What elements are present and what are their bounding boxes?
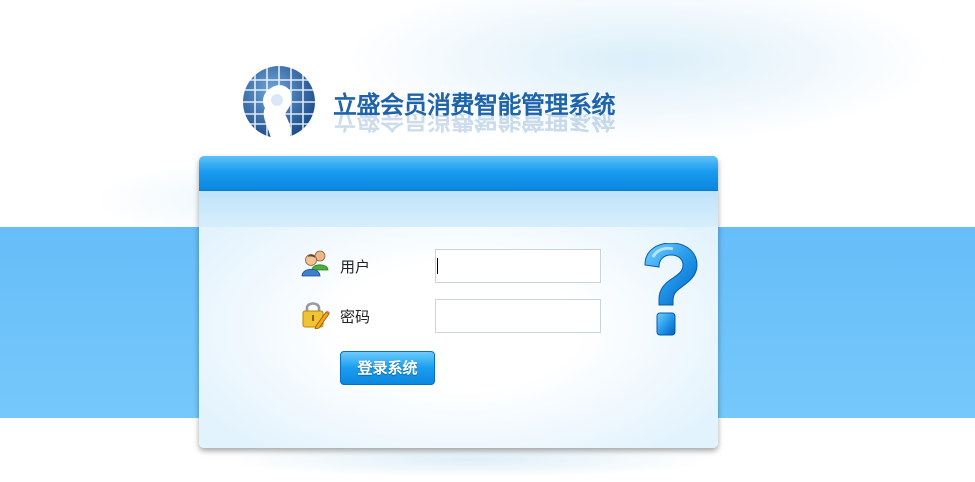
password-input[interactable] (435, 299, 601, 333)
text-caret (437, 258, 438, 274)
login-button[interactable]: 登录系统 (340, 351, 435, 385)
lock-pencil-icon (302, 302, 330, 329)
users-icon (301, 250, 329, 277)
username-input[interactable] (435, 249, 601, 283)
username-label: 用户 (340, 258, 371, 276)
panel-header (199, 156, 718, 191)
password-label: 密码 (340, 308, 371, 326)
panel-subheader (199, 191, 718, 227)
globe-logo-icon (243, 66, 315, 138)
question-mark-icon (644, 243, 698, 336)
app-title-reflection: 立盛会员消费智能管理系统 (333, 114, 615, 134)
